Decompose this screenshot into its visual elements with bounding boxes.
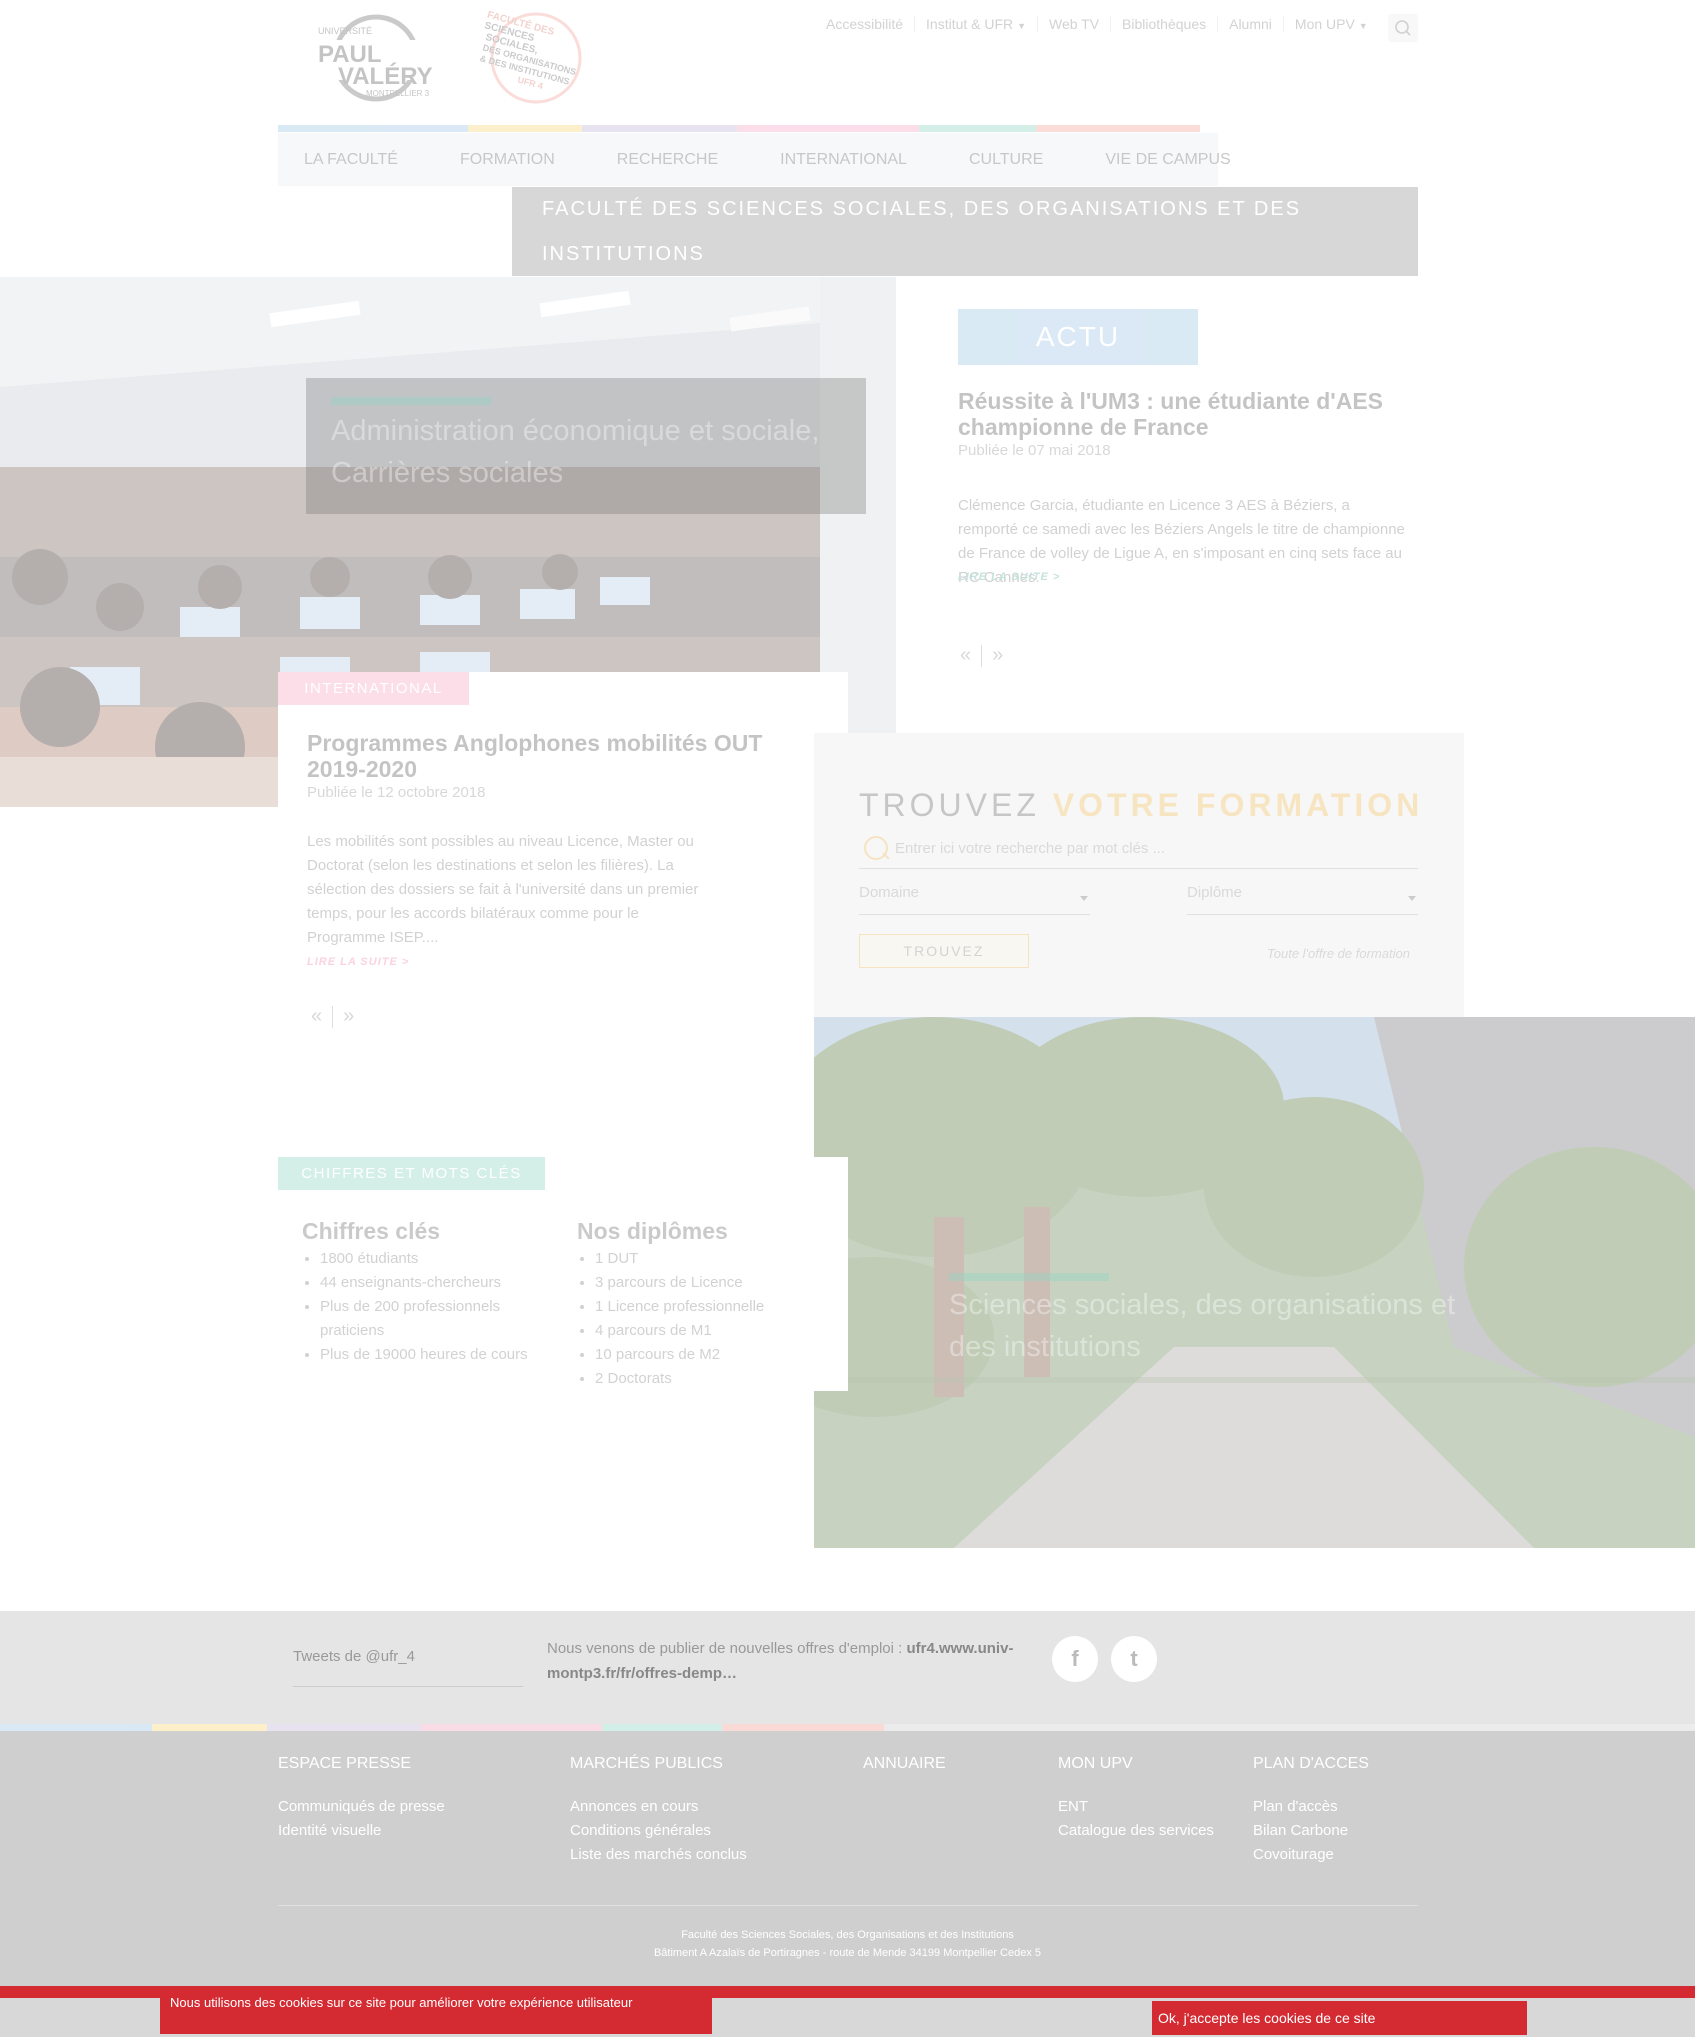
footer-link[interactable]: Plan d'accès bbox=[1253, 1795, 1369, 1819]
nav-item-formation[interactable]: FORMATION bbox=[460, 151, 555, 169]
tweet-divider bbox=[293, 1686, 523, 1687]
footer-link[interactable]: Bilan Carbone bbox=[1253, 1819, 1369, 1843]
chevron-down-icon: ▼ bbox=[1017, 21, 1026, 31]
actu-pager: « » bbox=[960, 644, 1003, 667]
actu-badge: ACTU bbox=[958, 309, 1198, 365]
search-button[interactable] bbox=[1388, 14, 1418, 42]
footer-col-annuaire: ANNUAIRE bbox=[863, 1755, 946, 1773]
nav-item-international[interactable]: INTERNATIONAL bbox=[780, 151, 907, 169]
top-link-institut-ufr[interactable]: Institut & UFR ▼ bbox=[914, 16, 1037, 32]
footer-link[interactable]: Communiqués de presse bbox=[278, 1795, 445, 1819]
nav-item-recherche[interactable]: RECHERCHE bbox=[617, 151, 718, 169]
ufr4-logo[interactable]: FACULTÉ DES SCIENCES SOCIALES, DES ORGAN… bbox=[468, 8, 608, 108]
nav-item-culture[interactable]: CULTURE bbox=[969, 151, 1043, 169]
chiffres-card bbox=[278, 1157, 848, 1391]
footer-link[interactable]: Conditions générales bbox=[570, 1819, 747, 1843]
footer-address-line1: Faculté des Sciences Sociales, des Organ… bbox=[681, 1929, 1014, 1941]
international-card bbox=[278, 672, 848, 1042]
top-link-bibliotheques[interactable]: Bibliothèques bbox=[1110, 16, 1217, 32]
color-bar-segment bbox=[421, 1724, 602, 1731]
twitter-icon[interactable]: t bbox=[1111, 1636, 1157, 1682]
page-title: FACULTÉ DES SCIENCES SOCIALES, DES ORGAN… bbox=[512, 187, 1418, 276]
color-bar-segment bbox=[267, 1724, 421, 1731]
footer-link[interactable]: Covoiturage bbox=[1253, 1843, 1369, 1867]
nav-item-vie-de-campus[interactable]: VIE DE CAMPUS bbox=[1105, 151, 1230, 169]
top-link-mon-upv-label: Mon UPV bbox=[1294, 16, 1355, 32]
upv-logo-line4: MONTPELLIER 3 bbox=[366, 89, 430, 98]
actu-title[interactable]: Réussite à l'UM3 : une étudiante d'AES c… bbox=[958, 388, 1398, 440]
footer-address-line2: Bâtiment A Azalaïs de Portiragnes - rout… bbox=[653, 1947, 1042, 1959]
footer-link[interactable]: Liste des marchés conclus bbox=[570, 1843, 747, 1867]
actu-read-more-link[interactable]: LIRE LA SUITE > bbox=[958, 571, 1060, 583]
footer-divider bbox=[278, 1905, 1418, 1906]
footer-col-title[interactable]: MARCHÉS PUBLICS bbox=[570, 1755, 747, 1773]
footer-link[interactable]: Identité visuelle bbox=[278, 1819, 445, 1843]
color-bar-segment bbox=[1036, 125, 1200, 132]
footer-col-title[interactable]: PLAN D'ACCES bbox=[1253, 1755, 1369, 1773]
upv-logo[interactable]: UNIVERSITÉ PAUL VALÉRY MONTPELLIER 3 bbox=[310, 12, 450, 104]
footer-col-title[interactable]: ESPACE PRESSE bbox=[278, 1755, 445, 1773]
footer-col-title[interactable]: MON UPV bbox=[1058, 1755, 1214, 1773]
cookie-message: Nous utilisons des cookies sur ce site p… bbox=[160, 1992, 712, 2034]
formation-search-panel bbox=[814, 733, 1464, 1017]
campus-photo bbox=[814, 1017, 1695, 1548]
color-bar-segment bbox=[582, 125, 737, 132]
facebook-icon[interactable]: f bbox=[1052, 1636, 1098, 1682]
top-link-alumni[interactable]: Alumni bbox=[1217, 16, 1283, 32]
color-bar-top bbox=[278, 125, 1200, 132]
upv-logo-line1: UNIVERSITÉ bbox=[318, 26, 372, 36]
footer-col-marches-publics: MARCHÉS PUBLICS Annonces en cours Condit… bbox=[570, 1755, 747, 1867]
color-bar-segment bbox=[0, 1724, 152, 1731]
top-link-mon-upv[interactable]: Mon UPV ▼ bbox=[1282, 16, 1379, 32]
color-bar-footer bbox=[0, 1724, 1695, 1731]
upv-logo-line3: VALÉRY bbox=[338, 62, 433, 90]
color-bar-segment bbox=[884, 1724, 1695, 1731]
prev-arrow-icon[interactable]: « bbox=[960, 644, 971, 667]
chevron-down-icon: ▼ bbox=[1358, 21, 1368, 31]
footer-col-title[interactable]: ANNUAIRE bbox=[863, 1755, 946, 1773]
hero-caption-title[interactable]: Sciences sociales, des organisations et … bbox=[949, 1284, 1469, 1368]
footer-col-plan-acces: PLAN D'ACCES Plan d'accès Bilan Carbone … bbox=[1253, 1755, 1369, 1867]
footer-col-espace-presse: ESPACE PRESSE Communiqués de presse Iden… bbox=[278, 1755, 445, 1843]
actu-text: Clémence Garcia, étudiante en Licence 3 … bbox=[958, 497, 1405, 586]
next-arrow-icon[interactable]: » bbox=[992, 644, 1003, 667]
tweets-label[interactable]: Tweets de @ufr_4 bbox=[293, 1648, 415, 1665]
hero-accent-bar bbox=[949, 1273, 1109, 1281]
color-bar-segment bbox=[468, 125, 582, 132]
footer-link[interactable]: ENT bbox=[1058, 1795, 1214, 1819]
hero-caption-title[interactable]: Administration économique et sociale, Ca… bbox=[331, 410, 851, 494]
color-bar-segment bbox=[722, 1724, 884, 1731]
search-icon bbox=[1395, 20, 1411, 36]
tweet-text: Nous venons de publier de nouvelles offr… bbox=[547, 1636, 1017, 1686]
main-nav: LA FACULTÉ FORMATION RECHERCHE INTERNATI… bbox=[278, 133, 1231, 186]
accept-cookies-button[interactable]: Ok, j'accepte les cookies de ce site bbox=[1152, 2001, 1527, 2035]
color-bar-segment bbox=[278, 125, 468, 132]
top-links: Accessibilité Institut & UFR ▼ Web TV Bi… bbox=[815, 16, 1368, 32]
color-bar-segment bbox=[602, 1724, 722, 1731]
color-bar-segment bbox=[152, 1724, 267, 1731]
header: UNIVERSITÉ PAUL VALÉRY MONTPELLIER 3 FAC… bbox=[0, 0, 1695, 130]
top-link-accessibilite[interactable]: Accessibilité bbox=[815, 16, 914, 32]
nav-item-la-faculte[interactable]: LA FACULTÉ bbox=[304, 151, 398, 169]
footer-link[interactable]: Annonces en cours bbox=[570, 1795, 747, 1819]
footer-col-mon-upv: MON UPV ENT Catalogue des services bbox=[1058, 1755, 1214, 1843]
hero-accent-bar bbox=[331, 397, 491, 405]
hero-image-campus[interactable] bbox=[814, 1017, 1695, 1548]
color-bar-segment bbox=[919, 125, 1036, 132]
pager-divider bbox=[981, 644, 983, 667]
top-link-web-tv[interactable]: Web TV bbox=[1036, 16, 1110, 32]
top-link-institut-ufr-label: Institut & UFR bbox=[926, 16, 1014, 32]
tweet-text-body: Nous venons de publier de nouvelles offr… bbox=[547, 1640, 907, 1657]
color-bar-segment bbox=[737, 125, 919, 132]
actu-date: Publiée le 07 mai 2018 bbox=[958, 442, 1111, 459]
footer-link[interactable]: Catalogue des services bbox=[1058, 1819, 1214, 1843]
